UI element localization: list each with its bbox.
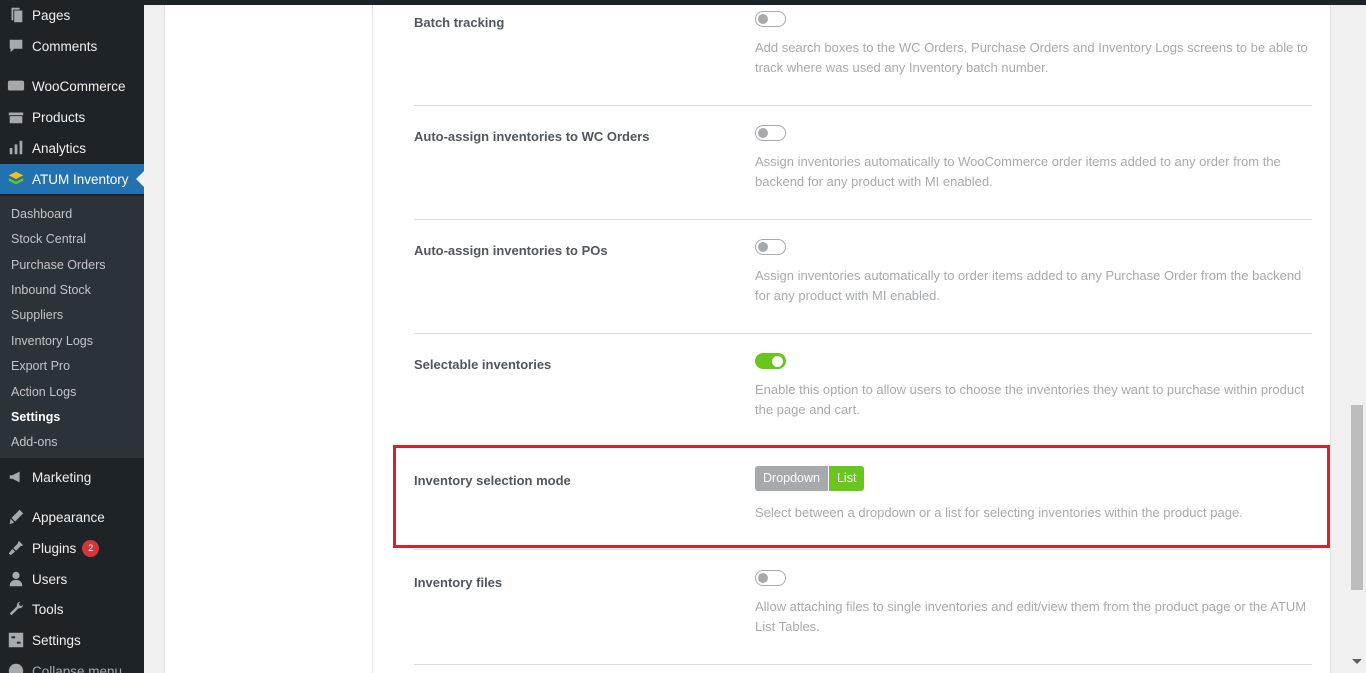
- scroll-down-arrow-icon[interactable]: [1352, 659, 1362, 664]
- collapse-menu-button[interactable]: Collapse menu: [0, 656, 144, 673]
- setting-description: Assign inventories automatically to WooC…: [755, 154, 1281, 189]
- collapse-icon: [0, 662, 32, 673]
- pages-icon: [0, 6, 32, 24]
- inventory-files-toggle[interactable]: [755, 570, 786, 586]
- admin-sidebar: Pages Comments WooCommerce Products Anal…: [0, 0, 144, 673]
- settings-icon: [0, 631, 32, 649]
- menu-item-label: Marketing: [32, 469, 92, 485]
- menu-item-analytics[interactable]: Analytics: [0, 133, 144, 163]
- marketing-icon: [0, 468, 32, 486]
- menu-item-label: ATUM Inventory: [32, 171, 129, 187]
- highlight-box: [393, 445, 1330, 548]
- menu-item-label: Comments: [32, 38, 98, 54]
- menu-item-users[interactable]: Users: [0, 564, 144, 594]
- submenu-action-logs[interactable]: Action Logs: [11, 385, 76, 399]
- menu-item-label: Tools: [32, 601, 64, 617]
- menu-item-label: Users: [32, 571, 68, 587]
- submenu-inventory-logs[interactable]: Inventory Logs: [11, 334, 93, 348]
- setting-label: Auto-assign inventories to WC Orders: [414, 129, 650, 144]
- setting-row-inventory-files: Inventory files Allow attaching files to…: [414, 550, 1312, 665]
- menu-item-woocommerce[interactable]: WooCommerce: [0, 71, 144, 101]
- submenu-dashboard[interactable]: Dashboard: [11, 207, 72, 221]
- setting-label: Inventory files: [414, 575, 503, 590]
- menu-item-atum-inventory[interactable]: ATUM Inventory: [0, 164, 144, 194]
- submenu-stock-central[interactable]: Stock Central: [11, 232, 86, 246]
- setting-description: Assign inventories automatically to orde…: [755, 268, 1302, 303]
- menu-item-settings[interactable]: Settings: [0, 625, 144, 655]
- setting-label: Auto-assign inventories to POs: [414, 243, 608, 258]
- submenu-purchase-orders[interactable]: Purchase Orders: [11, 258, 105, 272]
- menu-item-label: WooCommerce: [32, 78, 126, 94]
- tools-icon: [0, 600, 32, 618]
- menu-item-products[interactable]: Products: [0, 102, 144, 132]
- users-icon: [0, 570, 32, 588]
- settings-tabs-column: [164, 5, 373, 673]
- submenu-settings[interactable]: Settings: [11, 410, 60, 424]
- setting-row-auto-assign-wc-orders: Auto-assign inventories to WC Orders Ass…: [414, 106, 1312, 220]
- collapse-menu-label: Collapse menu: [32, 663, 123, 673]
- menu-item-label: Plugins: [32, 540, 77, 556]
- menu-item-appearance[interactable]: Appearance: [0, 502, 144, 532]
- selectable-inventories-toggle[interactable]: [755, 353, 786, 369]
- plugins-icon: [0, 539, 32, 557]
- atum-submenu: Dashboard Stock Central Purchase Orders …: [0, 196, 144, 458]
- setting-description: Enable this option to allow users to cho…: [755, 382, 1305, 417]
- menu-item-plugins[interactable]: Plugins 2: [0, 533, 144, 563]
- products-icon: [0, 108, 32, 126]
- setting-row-batch-tracking: Batch tracking Add search boxes to the W…: [414, 5, 1312, 106]
- menu-item-marketing[interactable]: Marketing: [0, 462, 144, 492]
- submenu-suppliers[interactable]: Suppliers: [11, 308, 63, 322]
- menu-item-label: Products: [32, 109, 86, 125]
- submenu-inbound-stock[interactable]: Inbound Stock: [11, 283, 91, 297]
- setting-description: Allow attaching files to single inventor…: [755, 599, 1307, 634]
- menu-item-label: Analytics: [32, 140, 87, 156]
- menu-item-tools[interactable]: Tools: [0, 594, 144, 624]
- batch-tracking-toggle[interactable]: [755, 11, 786, 27]
- scrollbar-thumb[interactable]: [1351, 405, 1363, 590]
- auto-assign-pos-toggle[interactable]: [755, 239, 786, 255]
- menu-item-comments[interactable]: Comments: [0, 31, 144, 61]
- setting-row-auto-assign-pos: Auto-assign inventories to POs Assign in…: [414, 220, 1312, 334]
- atum-icon: [0, 170, 32, 188]
- setting-description: Add search boxes to the WC Orders, Purch…: [755, 40, 1308, 75]
- submenu-add-ons[interactable]: Add-ons: [11, 435, 58, 449]
- auto-assign-wc-orders-toggle[interactable]: [755, 125, 786, 141]
- menu-item-label: Appearance: [32, 509, 105, 525]
- setting-row-selectable-inventories: Selectable inventories Enable this optio…: [414, 334, 1312, 448]
- appearance-icon: [0, 508, 32, 526]
- menu-item-label: Pages: [32, 7, 71, 23]
- woocommerce-icon: [0, 77, 32, 95]
- page-scrollbar[interactable]: [1349, 5, 1366, 673]
- submenu-export-pro[interactable]: Export Pro: [11, 359, 70, 373]
- menu-item-pages[interactable]: Pages: [0, 0, 144, 30]
- comments-icon: [0, 37, 32, 55]
- setting-label: Batch tracking: [414, 15, 505, 30]
- plugins-update-badge: 2: [82, 539, 100, 557]
- setting-label: Selectable inventories: [414, 357, 552, 372]
- analytics-icon: [0, 139, 32, 157]
- menu-item-label: Settings: [32, 632, 81, 648]
